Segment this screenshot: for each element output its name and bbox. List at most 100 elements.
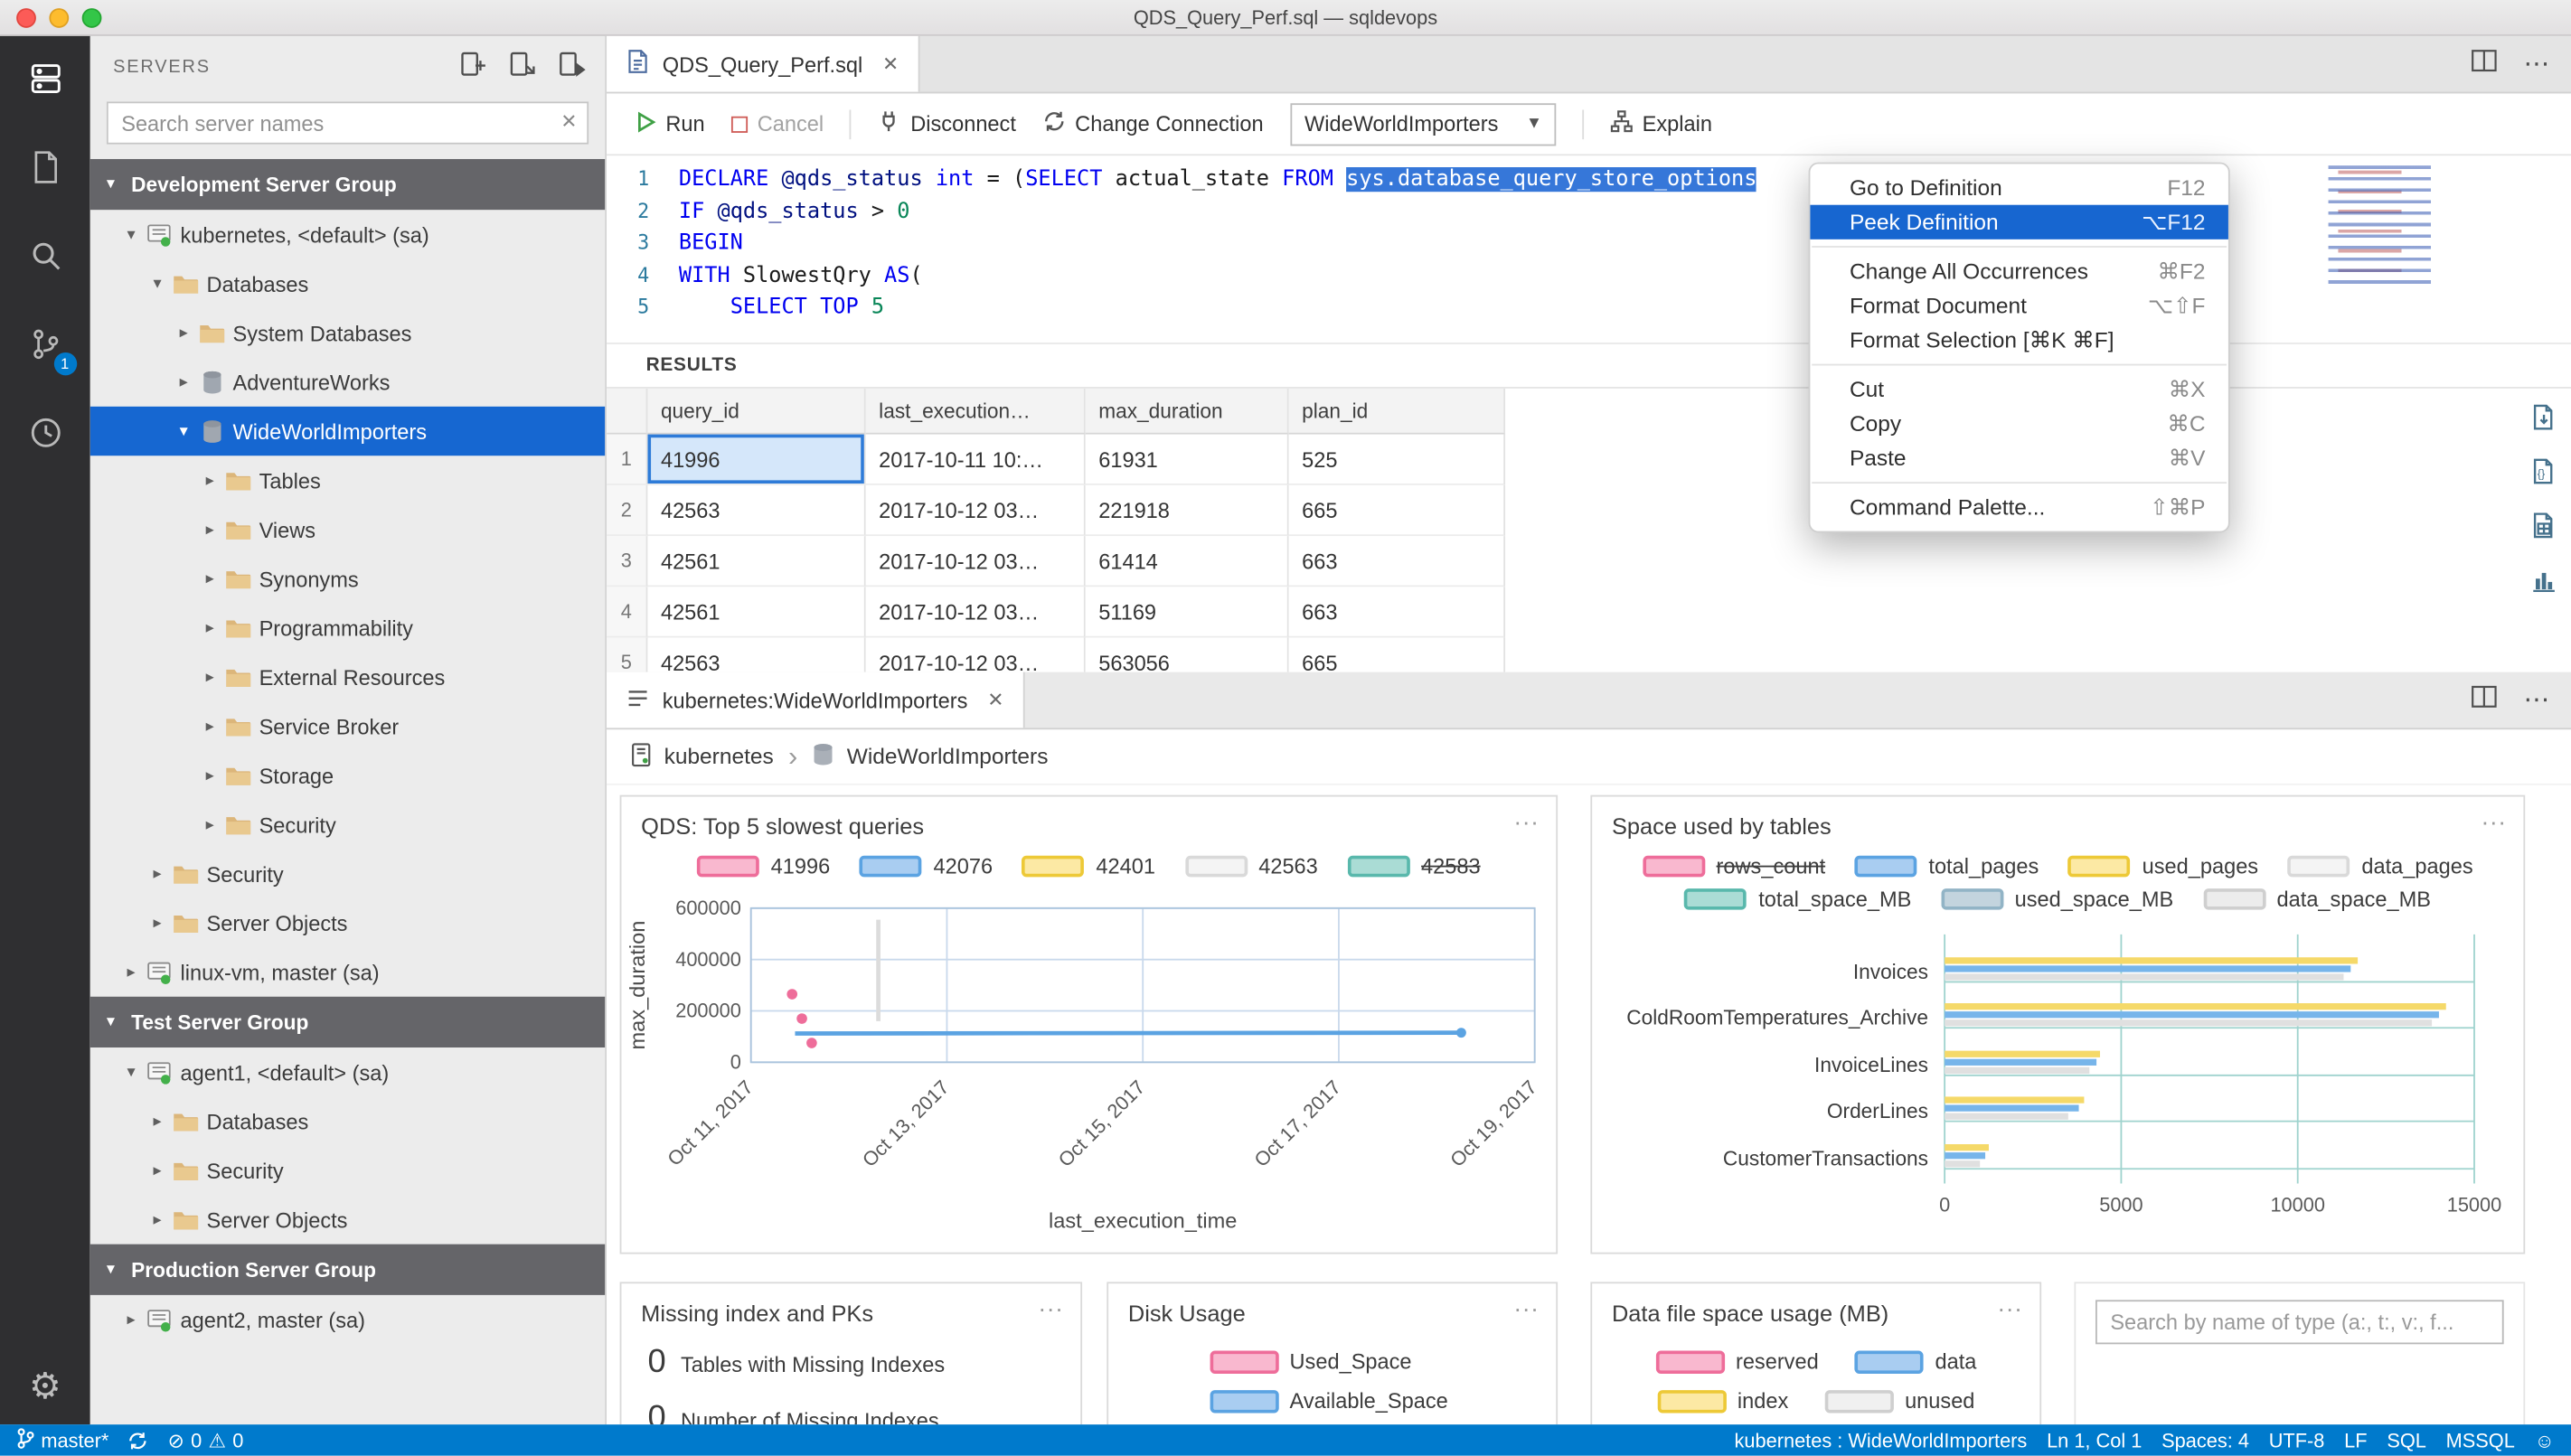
- tree-item[interactable]: ▸ Security: [90, 850, 606, 898]
- legend-item[interactable]: index: [1657, 1388, 1788, 1413]
- code-editor[interactable]: 1 DECLARE @qds_status int = (SELECT actua…: [607, 155, 2571, 344]
- tree-item[interactable]: ▸ Databases: [90, 1096, 606, 1145]
- legend-item[interactable]: 42563: [1184, 854, 1318, 878]
- object-search-input[interactable]: [2095, 1300, 2504, 1345]
- tree-group[interactable]: ▾ Production Server Group: [89, 1244, 606, 1295]
- save-csv-icon[interactable]: [2530, 403, 2558, 439]
- code-line[interactable]: 4 WITH SlowestQry AS(: [607, 259, 2571, 291]
- grid-cell[interactable]: 563056: [1085, 637, 1289, 672]
- tree-item[interactable]: ▸ Programmability: [90, 603, 606, 652]
- table-row[interactable]: 5 42563 2017-10-12 03… 563056 665: [607, 637, 2571, 672]
- eol-indicator[interactable]: LF: [2344, 1429, 2367, 1451]
- column-header[interactable]: query_id: [647, 388, 866, 435]
- menu-item[interactable]: Peek Definition ⌥F12: [1810, 204, 2228, 240]
- history-activity-icon[interactable]: [22, 409, 68, 456]
- explorer-activity-icon[interactable]: [22, 145, 68, 191]
- tree-item[interactable]: ▾ WideWorldImporters: [89, 406, 606, 456]
- indentation-indicator[interactable]: Spaces: 4: [2161, 1429, 2249, 1451]
- new-server-group-icon[interactable]: [508, 50, 536, 84]
- new-connection-icon[interactable]: [459, 50, 487, 84]
- menu-item[interactable]: Command Palette... ⇧⌘P: [1810, 490, 2228, 524]
- tree-item[interactable]: ▸ Security: [90, 800, 606, 849]
- tree-item[interactable]: ▸ Views: [90, 505, 606, 554]
- grid-cell[interactable]: 221918: [1085, 484, 1289, 537]
- legend-item[interactable]: 42401: [1022, 854, 1155, 878]
- grid-cell[interactable]: 663: [1288, 587, 1506, 638]
- save-excel-icon[interactable]: [2530, 512, 2558, 548]
- grid-cell[interactable]: 2017-10-11 10:…: [865, 434, 1086, 485]
- menu-item[interactable]: Change All Occurrences ⌘F2: [1810, 254, 2228, 288]
- provider-indicator[interactable]: MSSQL: [2446, 1429, 2515, 1451]
- code-line[interactable]: 5 SELECT TOP 5: [607, 292, 2571, 324]
- explain-button[interactable]: Explain: [1609, 110, 1712, 138]
- tree-item[interactable]: ▸ Server Objects: [90, 898, 606, 947]
- legend-item[interactable]: Used_Space: [1209, 1349, 1412, 1374]
- split-editor-icon[interactable]: [2471, 684, 2497, 715]
- tree-item[interactable]: ▸ External Resources: [90, 653, 606, 701]
- legend-item[interactable]: used_pages: [2067, 854, 2258, 878]
- active-connections-icon[interactable]: [558, 50, 586, 84]
- legend-item[interactable]: unused: [1824, 1388, 1974, 1413]
- change-connection-button[interactable]: Change Connection: [1042, 110, 1264, 138]
- more-actions-icon[interactable]: ⋯: [2523, 48, 2551, 80]
- legend-item[interactable]: 42076: [859, 854, 993, 878]
- tree-item[interactable]: ▸ Synonyms: [90, 554, 606, 603]
- grid-cell[interactable]: 525: [1288, 434, 1506, 485]
- tree-group[interactable]: ▾ Test Server Group: [89, 996, 606, 1048]
- more-icon[interactable]: ...: [1998, 1290, 2023, 1318]
- table-row[interactable]: 4 42561 2017-10-12 03… 51169 663: [607, 587, 2571, 638]
- more-icon[interactable]: ...: [1514, 803, 1540, 831]
- grid-cell[interactable]: 42563: [647, 484, 866, 537]
- tree-item[interactable]: ▸ Security: [90, 1146, 606, 1195]
- more-actions-icon[interactable]: ⋯: [2523, 683, 2551, 716]
- connection-indicator[interactable]: kubernetes : WideWorldImporters: [1735, 1429, 2028, 1451]
- grid-cell[interactable]: 2017-10-12 03…: [865, 637, 1086, 672]
- grid-cell[interactable]: 61414: [1085, 536, 1289, 587]
- column-header[interactable]: last_execution…: [865, 388, 1086, 435]
- sync-icon[interactable]: [128, 1431, 148, 1451]
- tree-item[interactable]: ▸ Storage: [90, 751, 606, 800]
- titlebar[interactable]: QDS_Query_Perf.sql — sqldevops: [0, 0, 2571, 36]
- grid-cell[interactable]: 665: [1288, 637, 1506, 672]
- column-header[interactable]: max_duration: [1085, 388, 1289, 435]
- breadcrumb-database[interactable]: WideWorldImporters: [847, 744, 1049, 768]
- legend-item[interactable]: data_pages: [2287, 854, 2473, 878]
- tree-item[interactable]: ▸ Service Broker: [90, 701, 606, 750]
- zoom-window-button[interactable]: [81, 8, 102, 28]
- cursor-position[interactable]: Ln 1, Col 1: [2047, 1429, 2142, 1451]
- grid-cell[interactable]: 663: [1288, 536, 1506, 587]
- menu-item[interactable]: Copy ⌘C: [1810, 407, 2228, 441]
- menu-item[interactable]: Cut ⌘X: [1810, 372, 2228, 407]
- legend-item[interactable]: total_pages: [1854, 854, 2039, 878]
- column-header[interactable]: plan_id: [1288, 388, 1506, 435]
- code-line[interactable]: 3 BEGIN: [607, 228, 2571, 259]
- legend-item[interactable]: rows_count: [1642, 854, 1825, 878]
- menu-item[interactable]: Go to Definition F12: [1810, 171, 2228, 205]
- tree-item[interactable]: ▸ Server Objects: [90, 1195, 606, 1244]
- feedback-smiley-icon[interactable]: ☺: [2535, 1429, 2555, 1451]
- breadcrumb-server[interactable]: kubernetes: [664, 744, 774, 768]
- tab-qds-query-perf[interactable]: QDS_Query_Perf.sql ✕: [607, 35, 920, 92]
- grid-cell[interactable]: 41996: [647, 434, 866, 485]
- code-line[interactable]: 2 IF @qds_status > 0: [607, 196, 2571, 228]
- table-row[interactable]: 1 41996 2017-10-11 10:… 61931 525: [607, 434, 2571, 485]
- grid-cell[interactable]: 42563: [647, 637, 866, 672]
- save-json-icon[interactable]: {}: [2530, 457, 2558, 493]
- legend-item[interactable]: 41996: [697, 854, 830, 878]
- tree-item[interactable]: ▾ agent1, <default> (sa): [90, 1047, 606, 1096]
- tree-item[interactable]: ▸ linux-vm, master (sa): [90, 947, 606, 996]
- settings-gear-icon[interactable]: ⚙: [29, 1366, 61, 1408]
- tree-group[interactable]: ▾ Development Server Group: [89, 158, 606, 211]
- legend-item[interactable]: 42583: [1347, 854, 1481, 878]
- legend-item[interactable]: reserved: [1655, 1349, 1819, 1374]
- code-line[interactable]: 1 DECLARE @qds_status int = (SELECT actua…: [607, 164, 2571, 195]
- cancel-button[interactable]: Cancel: [730, 111, 824, 136]
- minimap[interactable]: [2328, 165, 2480, 287]
- search-activity-icon[interactable]: [22, 233, 68, 279]
- more-icon[interactable]: ...: [1514, 1290, 1540, 1318]
- legend-item[interactable]: data: [1854, 1349, 1976, 1374]
- tree-item[interactable]: ▾ kubernetes, <default> (sa): [90, 210, 606, 258]
- clear-search-icon[interactable]: ✕: [560, 110, 577, 133]
- encoding-indicator[interactable]: UTF-8: [2269, 1429, 2325, 1451]
- grid-cell[interactable]: 665: [1288, 484, 1506, 537]
